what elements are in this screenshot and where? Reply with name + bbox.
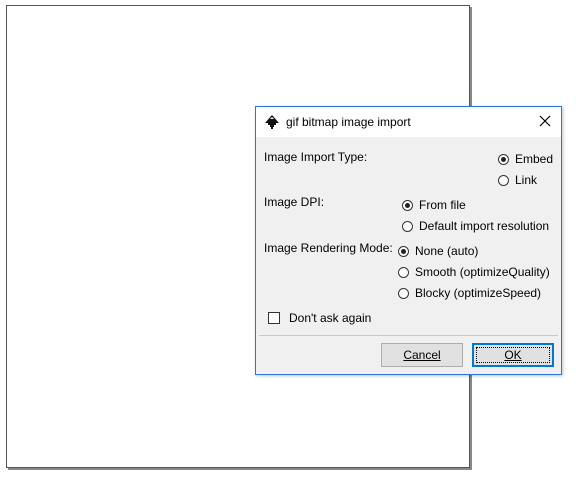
close-icon bbox=[539, 115, 551, 130]
checkbox-indicator bbox=[268, 312, 280, 324]
radio-default-resolution[interactable]: Default import resolution bbox=[402, 219, 549, 233]
radio-label: From file bbox=[419, 198, 466, 212]
inkscape-icon bbox=[264, 114, 280, 130]
radio-label: None (auto) bbox=[415, 244, 479, 258]
radio-link[interactable]: Link bbox=[498, 173, 537, 187]
radio-from-file[interactable]: From file bbox=[402, 198, 466, 212]
radio-label: Smooth (optimizeQuality) bbox=[415, 265, 550, 279]
checkbox-label: Don't ask again bbox=[289, 311, 372, 325]
close-button[interactable] bbox=[529, 107, 561, 137]
dpi-label: Image DPI: bbox=[264, 195, 325, 209]
radio-smooth[interactable]: Smooth (optimizeQuality) bbox=[398, 265, 550, 279]
rendering-mode-label: Image Rendering Mode: bbox=[264, 241, 393, 255]
import-type-label: Image Import Type: bbox=[264, 150, 368, 164]
radio-label: Default import resolution bbox=[419, 219, 550, 233]
dont-ask-again-checkbox[interactable]: Don't ask again bbox=[268, 311, 371, 325]
radio-label: Embed bbox=[515, 152, 554, 166]
radio-indicator bbox=[498, 174, 509, 186]
radio-indicator bbox=[398, 287, 409, 299]
import-dialog: gif bitmap image import Image Import Typ… bbox=[255, 106, 562, 375]
radio-indicator bbox=[398, 266, 409, 278]
radio-indicator bbox=[498, 153, 509, 165]
cancel-button-label: Cancel bbox=[403, 348, 441, 362]
radio-indicator bbox=[402, 220, 413, 232]
radio-embed[interactable]: Embed bbox=[498, 152, 553, 166]
focus-ring bbox=[476, 347, 550, 363]
ok-button[interactable]: OK bbox=[472, 343, 554, 367]
radio-none-auto[interactable]: None (auto) bbox=[398, 244, 478, 258]
radio-label: Link bbox=[515, 173, 538, 187]
dialog-titlebar[interactable]: gif bitmap image import bbox=[256, 107, 561, 137]
radio-indicator bbox=[402, 199, 413, 211]
radio-indicator bbox=[398, 245, 409, 257]
radio-label: Blocky (optimizeSpeed) bbox=[415, 286, 542, 300]
separator bbox=[259, 335, 558, 336]
radio-blocky[interactable]: Blocky (optimizeSpeed) bbox=[398, 286, 541, 300]
cancel-button[interactable]: Cancel bbox=[381, 343, 463, 367]
dialog-title: gif bitmap image import bbox=[286, 115, 411, 129]
